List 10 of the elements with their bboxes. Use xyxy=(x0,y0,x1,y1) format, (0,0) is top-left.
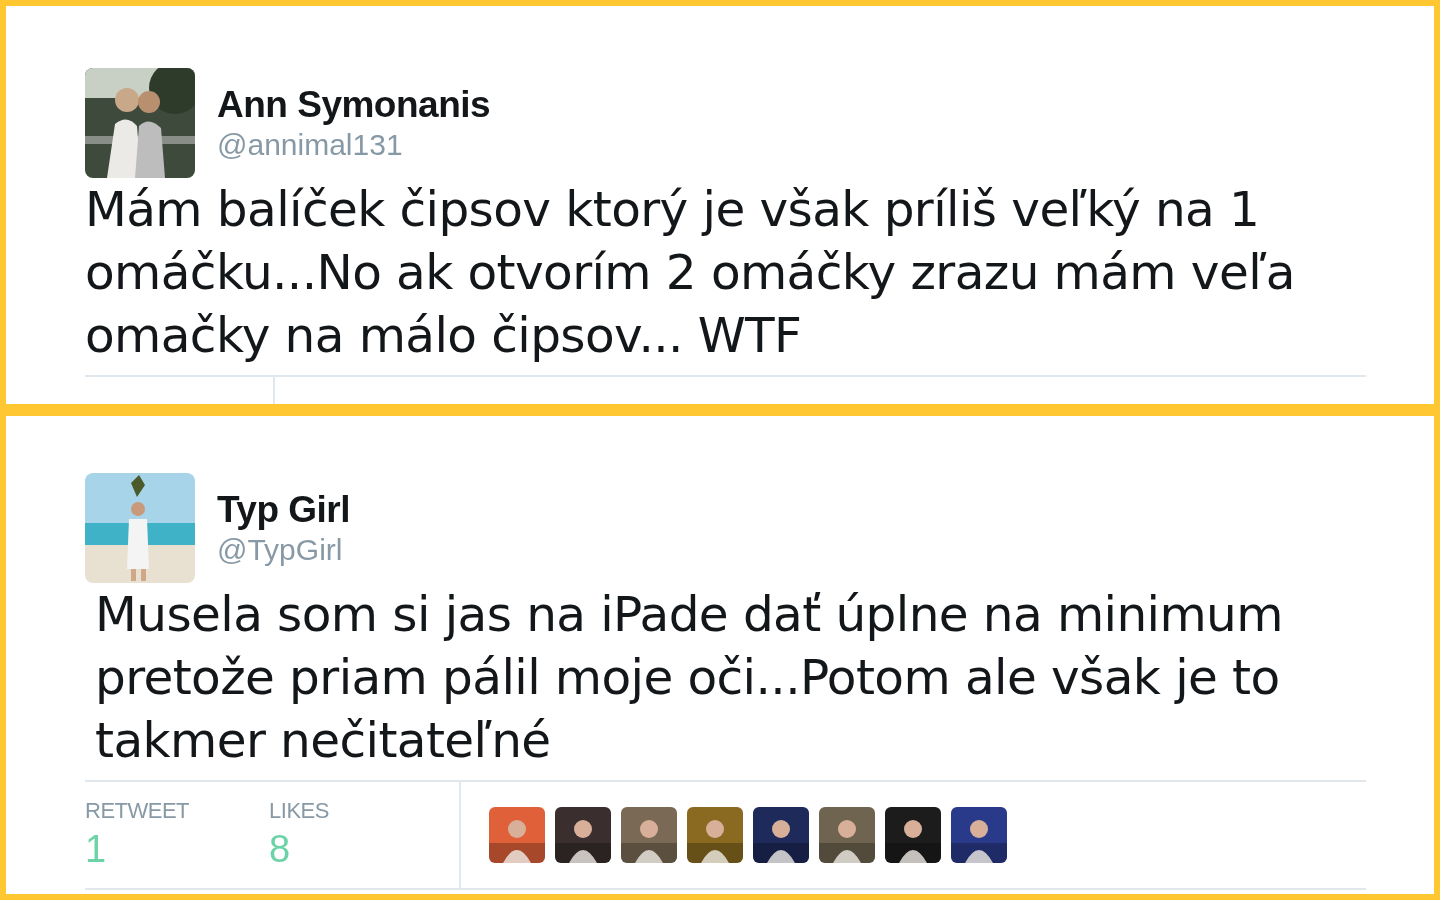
stat-count[interactable]: 8 xyxy=(269,828,329,871)
user-handle[interactable]: @annimal131 xyxy=(217,128,491,162)
tweet-text: Mám balíček čipsov ktorý je však príliš veľký na 1 omáčku...No ak otvorím 2 omáčky zrazu mám veľa omačky na málo čipsov... WTF xyxy=(85,180,1296,365)
stat-label: LIKES xyxy=(269,798,329,824)
stat-count[interactable]: 1 xyxy=(85,828,190,871)
tweet-text: Musela som si jas na iPade dať úplne na minimum pretože priam pálil moje oči...Potom ale však je to takmer nečitateľné xyxy=(94,585,1284,770)
stat-label: RETWEET xyxy=(85,798,190,824)
user-handle[interactable]: @TypGirl xyxy=(217,533,351,567)
user-name[interactable]: Ann Symonanis xyxy=(217,84,491,126)
user-name[interactable]: Typ Girl xyxy=(217,489,351,531)
